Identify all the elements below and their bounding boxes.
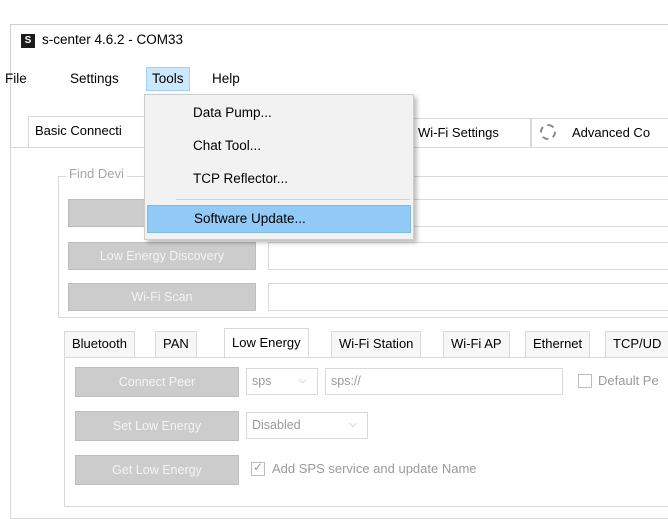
set-low-energy-button[interactable]: Set Low Energy xyxy=(75,411,239,441)
menu-bar: File Settings Tools Help xyxy=(0,67,668,91)
subtab-low-energy[interactable]: Low Energy xyxy=(224,328,309,358)
subtab-wifi-ap[interactable]: Wi-Fi AP xyxy=(443,331,510,357)
menu-item-software-update[interactable]: Software Update... xyxy=(147,205,411,233)
menu-item-tcp-reflector[interactable]: TCP Reflector... xyxy=(147,165,411,193)
window-title: s-center 4.6.2 - COM33 xyxy=(42,32,184,47)
tools-dropdown-menu: Data Pump... Chat Tool... TCP Reflector.… xyxy=(144,94,414,240)
connect-peer-button[interactable]: Connect Peer xyxy=(75,367,239,397)
subtab-ethernet[interactable]: Ethernet xyxy=(525,331,591,357)
peer-address-input[interactable]: sps:// xyxy=(325,368,563,395)
chevron-down-icon: ⌵ xyxy=(349,419,357,430)
add-sps-label: Add SPS service and update Name xyxy=(272,461,477,476)
menu-tools[interactable]: Tools xyxy=(146,67,190,91)
menu-separator xyxy=(176,199,410,200)
wifi-scan-results-field[interactable] xyxy=(268,283,668,311)
title-bar: S s-center 4.6.2 - COM33 xyxy=(10,24,668,58)
menu-item-chat-tool[interactable]: Chat Tool... xyxy=(147,132,411,160)
low-energy-discovery-button[interactable]: Low Energy Discovery xyxy=(68,242,256,270)
protocol-value: sps xyxy=(252,374,272,388)
wifi-scan-button[interactable]: Wi-Fi Scan xyxy=(68,283,256,311)
tab-advanced-label: Advanced Co xyxy=(572,125,651,140)
peer-address-value: sps:// xyxy=(331,374,361,388)
menu-help[interactable]: Help xyxy=(207,67,245,91)
tab-wifi-settings[interactable]: Wi-Fi Settings xyxy=(411,118,531,148)
default-peer-label: Default Pe xyxy=(598,373,659,388)
find-devices-label: Find Devi xyxy=(66,166,127,181)
subtab-wifi-station[interactable]: Wi-Fi Station xyxy=(331,331,422,357)
menu-item-data-pump[interactable]: Data Pump... xyxy=(147,99,411,127)
gear-icon xyxy=(540,124,556,140)
low-energy-mode-select[interactable]: Disabled ⌵ xyxy=(246,412,368,439)
default-peer-checkbox[interactable] xyxy=(578,374,592,388)
menu-file[interactable]: File xyxy=(0,67,32,91)
protocol-select[interactable]: sps ⌵ xyxy=(246,368,318,395)
add-sps-checkbox[interactable]: ✓ xyxy=(251,460,265,476)
low-energy-mode-value: Disabled xyxy=(252,418,301,432)
subtab-bluetooth[interactable]: Bluetooth xyxy=(64,331,135,357)
checkmark-icon: ✓ xyxy=(253,460,264,474)
get-low-energy-button[interactable]: Get Low Energy xyxy=(75,455,239,485)
chevron-down-icon: ⌵ xyxy=(299,375,307,386)
subtab-tcp-udp[interactable]: TCP/UD xyxy=(605,331,668,357)
tab-basic-connection[interactable]: Basic Connecti xyxy=(28,116,153,148)
low-energy-results-field[interactable] xyxy=(268,242,668,270)
menu-settings[interactable]: Settings xyxy=(65,67,124,91)
subtab-pan[interactable]: PAN xyxy=(155,331,197,357)
app-icon: S xyxy=(21,34,35,48)
